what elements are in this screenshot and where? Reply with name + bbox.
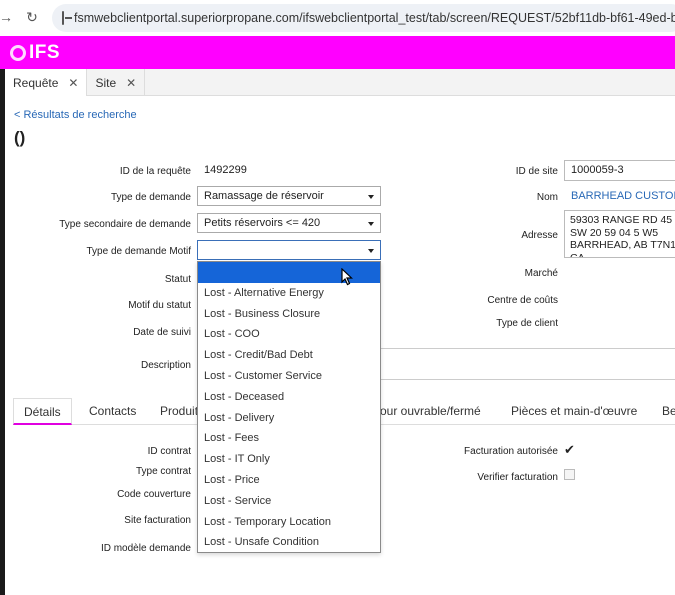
id-requete-label: ID de la requête — [119, 166, 191, 177]
dropdown-option[interactable]: Lost - Fees — [198, 428, 380, 449]
caret-down-icon — [368, 249, 374, 253]
adresse-field[interactable]: 59303 RANGE RD 45 SW 20 59 04 5 W5 BARRH… — [564, 210, 675, 258]
dropdown-option[interactable]: Lost - Unsafe Condition — [198, 532, 380, 553]
id-requete-value: 1492299 — [204, 164, 247, 176]
verifier-facturation-label: Verifier facturation — [477, 472, 558, 483]
tab-be[interactable]: Be — [662, 398, 675, 425]
ifs-logo-icon — [10, 44, 26, 61]
description-label: Description — [140, 360, 191, 371]
id-modele-label: ID modèle demande — [100, 543, 191, 554]
document-tabs: Requête ✕ Site ✕ — [5, 69, 675, 96]
dropdown-option[interactable]: Lost - Credit/Bad Debt — [198, 345, 380, 366]
type-secondaire-label: Type secondaire de demande — [59, 219, 191, 230]
site-facturation-label: Site facturation — [124, 515, 191, 526]
caret-down-icon — [368, 222, 374, 226]
marche-label: Marché — [524, 268, 558, 279]
back-to-search-link[interactable]: < Résultats de recherche — [14, 109, 137, 121]
tab-jour-ouvrable[interactable]: our ouvrable/fermé — [380, 398, 481, 425]
centre-couts-label: Centre de coûts — [487, 295, 558, 306]
dropdown-option[interactable]: Lost - Service — [198, 491, 380, 512]
dropdown-option[interactable]: Lost - COO — [198, 324, 380, 345]
forward-arrow-icon[interactable]: → — [0, 9, 18, 25]
tab-requete[interactable]: Requête ✕ — [5, 69, 88, 96]
reload-icon[interactable]: ↻ — [20, 9, 44, 26]
dropdown-option[interactable]: Lost - Price — [198, 470, 380, 491]
tab-label: Requête — [13, 75, 59, 90]
dropdown-option[interactable]: Lost - IT Only — [198, 449, 380, 470]
dropdown-option[interactable]: Lost - Business Closure — [198, 304, 380, 325]
statut-label: Statut — [164, 274, 191, 285]
date-suivi-label: Date de suivi — [133, 327, 191, 338]
motif-select[interactable] — [197, 240, 381, 260]
tab-label: Site — [95, 75, 117, 90]
id-site-label: ID de site — [515, 166, 558, 177]
facturation-autorisee-label: Facturation autorisée — [464, 446, 558, 457]
motif-statut-label: Motif du statut — [128, 300, 191, 311]
select-value: Petits réservoirs <= 420 — [204, 217, 321, 229]
type-demande-select[interactable]: Ramassage de réservoir — [197, 186, 381, 206]
address-line: CA — [570, 251, 585, 258]
description-field-edge[interactable] — [380, 348, 675, 380]
id-site-field[interactable]: 1000059-3 — [564, 160, 675, 181]
select-value: Ramassage de réservoir — [204, 190, 324, 202]
id-contrat-label: ID contrat — [147, 446, 191, 457]
page-title: () — [14, 128, 26, 147]
dropdown-option[interactable]: Lost - Deceased — [198, 387, 380, 408]
tab-pieces-main-oeuvre[interactable]: Pièces et main-d'œuvre — [511, 398, 637, 425]
close-icon[interactable]: ✕ — [126, 76, 136, 90]
motif-dropdown-list: Lost - Alternative Energy Lost - Busines… — [197, 261, 381, 553]
url-text: fsmwebclientportal.superiorpropane.com/i… — [74, 11, 675, 25]
adresse-label: Adresse — [521, 230, 558, 241]
dropdown-option[interactable]: Lost - Delivery — [198, 408, 380, 429]
app-header: IFS — [0, 36, 675, 69]
address-line: SW 20 59 04 5 W5 — [570, 226, 659, 239]
nom-label: Nom — [536, 192, 558, 203]
verifier-facturation-checkbox[interactable] — [564, 469, 575, 480]
left-edge — [0, 69, 5, 595]
address-line: 59303 RANGE RD 45 — [570, 214, 673, 226]
address-line: BARRHEAD, AB T7N1A — [570, 239, 675, 251]
close-icon[interactable]: ✕ — [68, 76, 78, 90]
browser-toolbar: → ↻ fsmwebclientportal.superiorpropane.c… — [0, 0, 675, 36]
tab-site[interactable]: Site ✕ — [87, 69, 146, 96]
ifs-logo-text: IFS — [29, 41, 61, 63]
motif-label: Type de demande Motif — [86, 246, 191, 257]
ifs-logo[interactable]: IFS — [10, 42, 60, 64]
mouse-cursor-icon — [341, 268, 354, 286]
tab-details[interactable]: Détails — [13, 398, 72, 425]
type-secondaire-select[interactable]: Petits réservoirs <= 420 — [197, 213, 381, 233]
dropdown-option[interactable]: Lost - Customer Service — [198, 366, 380, 387]
code-couverture-label: Code couverture — [117, 489, 191, 500]
type-contrat-label: Type contrat — [135, 466, 191, 477]
caret-down-icon — [368, 195, 374, 199]
type-client-label: Type de client — [496, 318, 558, 329]
tab-contacts[interactable]: Contacts — [89, 398, 136, 425]
dropdown-option[interactable]: Lost - Temporary Location — [198, 512, 380, 533]
address-bar[interactable]: fsmwebclientportal.superiorpropane.com/i… — [52, 4, 675, 32]
site-info-icon[interactable] — [62, 11, 72, 25]
tab-produit[interactable]: Produit — [160, 398, 198, 425]
nom-link[interactable]: BARRHEAD CUSTOM M — [571, 190, 675, 202]
type-demande-label: Type de demande — [110, 192, 191, 203]
facturation-autorisee-checkbox[interactable]: ✔ — [564, 443, 575, 456]
